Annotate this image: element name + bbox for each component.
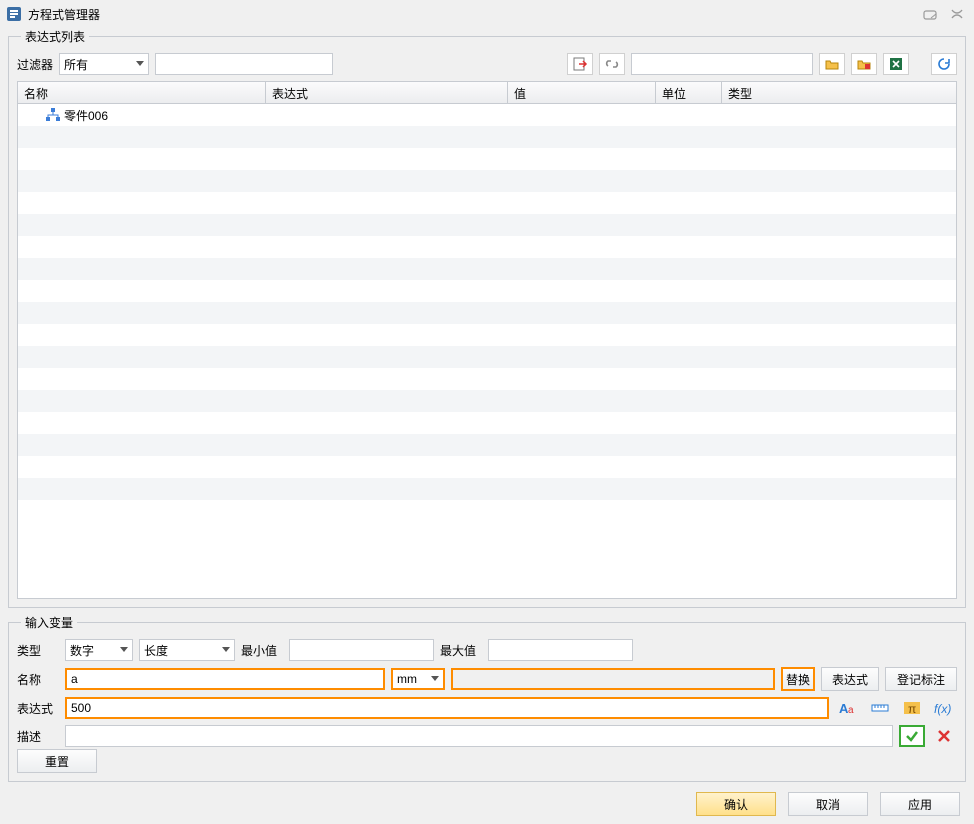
row-name: 零件006 (64, 107, 108, 124)
folder-open-button[interactable] (819, 53, 845, 75)
table-row (18, 324, 956, 346)
table-row (18, 368, 956, 390)
expr-input[interactable] (65, 697, 829, 719)
tree-icon (46, 108, 60, 122)
register-annotation-button[interactable]: 登记标注 (885, 667, 957, 691)
type-label: 类型 (17, 642, 59, 659)
name-row-spacer (451, 668, 775, 690)
expr-label: 表达式 (17, 700, 59, 717)
link-button[interactable] (599, 53, 625, 75)
name-input[interactable] (65, 668, 385, 690)
table-row (18, 346, 956, 368)
subtype-select[interactable]: 长度 (139, 639, 235, 661)
titlebar: 方程式管理器 (0, 0, 974, 28)
col-name-header[interactable]: 名称 (18, 82, 266, 103)
max-input[interactable] (488, 639, 633, 661)
link-text-input[interactable] (631, 53, 813, 75)
expression-list-legend: 表达式列表 (21, 28, 89, 45)
expr-row: 表达式 Aa π f(x) (17, 697, 957, 719)
close-icon[interactable] (948, 7, 966, 21)
reset-row: 重置 (17, 749, 957, 773)
filter-select[interactable]: 所有 (59, 53, 149, 75)
font-button[interactable]: Aa (835, 697, 861, 719)
table-row (18, 236, 956, 258)
caret-down-icon (136, 61, 144, 67)
table-row (18, 434, 956, 456)
max-label: 最大值 (440, 642, 482, 659)
reset-button[interactable]: 重置 (17, 749, 97, 773)
caret-down-icon (120, 647, 128, 653)
cancel-expr-button[interactable] (931, 725, 957, 747)
desc-input[interactable] (65, 725, 893, 747)
table-row (18, 412, 956, 434)
table-row[interactable]: 零件006 (18, 104, 956, 126)
folder-open-red-button[interactable] (851, 53, 877, 75)
table-row (18, 170, 956, 192)
table-row (18, 148, 956, 170)
table-row (18, 390, 956, 412)
sheet-arrow-button[interactable] (567, 53, 593, 75)
input-variable-section: 输入变量 类型 数字 长度 最小值 最大值 名称 (8, 614, 966, 782)
min-input[interactable] (289, 639, 434, 661)
input-variable-legend: 输入变量 (21, 614, 77, 631)
table-row (18, 258, 956, 280)
replace-button[interactable]: 替换 (781, 667, 815, 691)
filter-select-value: 所有 (64, 56, 88, 73)
apply-button[interactable]: 应用 (880, 792, 960, 816)
table-body[interactable]: 零件006 (18, 104, 956, 598)
desc-label: 描述 (17, 728, 59, 745)
table-row (18, 126, 956, 148)
desc-row: 描述 (17, 725, 957, 747)
list-toolbar: 过滤器 所有 (17, 53, 957, 75)
expression-table: 名称 表达式 值 单位 类型 零件006 (17, 81, 957, 599)
refresh-button[interactable] (931, 53, 957, 75)
col-value-header[interactable]: 值 (508, 82, 656, 103)
table-row (18, 456, 956, 478)
fx-button[interactable]: f(x) (931, 697, 957, 719)
unit-select[interactable]: mm (391, 668, 445, 690)
content-area: 表达式列表 过滤器 所有 (0, 28, 974, 824)
name-label: 名称 (17, 671, 59, 688)
svg-text:a: a (848, 705, 854, 716)
min-label: 最小值 (241, 642, 283, 659)
cancel-button[interactable]: 取消 (788, 792, 868, 816)
table-row (18, 302, 956, 324)
window-buttons (922, 7, 966, 21)
col-type-header[interactable]: 类型 (722, 82, 956, 103)
table-row (18, 192, 956, 214)
help-icon[interactable] (922, 7, 940, 21)
table-header: 名称 表达式 值 单位 类型 (18, 82, 956, 104)
type-select[interactable]: 数字 (65, 639, 133, 661)
expression-toggle-button[interactable]: 表达式 (821, 667, 879, 691)
confirm-expr-button[interactable] (899, 725, 925, 747)
ok-button[interactable]: 确认 (696, 792, 776, 816)
expression-list-section: 表达式列表 过滤器 所有 (8, 28, 966, 608)
pi-button[interactable]: π (899, 697, 925, 719)
caret-down-icon (222, 647, 230, 653)
svg-text:π: π (908, 702, 916, 716)
name-row: 名称 mm 替换 表达式 登记标注 (17, 667, 957, 691)
table-row (18, 280, 956, 302)
table-row (18, 500, 956, 522)
equation-manager-window: 方程式管理器 表达式列表 过滤器 所有 (0, 0, 974, 824)
table-row (18, 214, 956, 236)
svg-text:f(x): f(x) (934, 702, 951, 716)
col-expr-header[interactable]: 表达式 (266, 82, 508, 103)
excel-button[interactable] (883, 53, 909, 75)
col-unit-header[interactable]: 单位 (656, 82, 722, 103)
app-icon (6, 6, 22, 22)
type-row: 类型 数字 长度 最小值 最大值 (17, 639, 957, 661)
caret-down-icon (431, 676, 439, 682)
filter-label: 过滤器 (17, 56, 53, 73)
ruler-button[interactable] (867, 697, 893, 719)
window-title: 方程式管理器 (28, 6, 922, 23)
table-row (18, 478, 956, 500)
dialog-buttons: 确认 取消 应用 (8, 788, 966, 816)
filter-text-input[interactable] (155, 53, 333, 75)
